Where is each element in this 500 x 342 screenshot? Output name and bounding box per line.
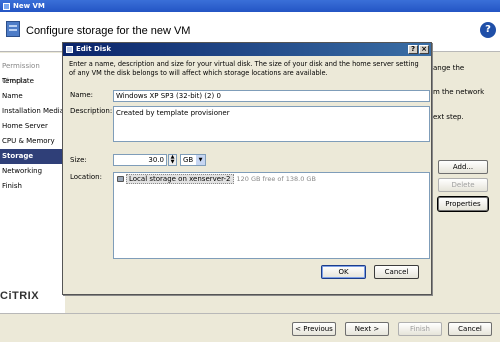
citrix-logo: CiTRIX (0, 290, 40, 302)
size-unit-select[interactable]: GB ▼ (180, 154, 206, 166)
dialog-instructions: Enter a name, description and size for y… (69, 60, 419, 77)
size-input[interactable]: 30.0 (113, 154, 167, 166)
disk-icon (66, 45, 73, 53)
window-title: New VM (13, 2, 45, 10)
wizard-titlebar: New VM (0, 0, 500, 12)
dialog-title: Edit Disk (76, 45, 112, 53)
help-icon[interactable]: ? (480, 22, 496, 38)
description-label: Description: (70, 107, 113, 115)
previous-button[interactable]: < Previous (292, 322, 336, 336)
vm-icon (6, 21, 20, 37)
storage-location-row[interactable]: Local storage on xenserver-2 120 GB free … (115, 174, 429, 185)
storage-location-free: 120 GB free of 138.0 GB (236, 175, 316, 183)
sidebar-item-home-server[interactable]: Home Server (0, 119, 65, 134)
name-field[interactable]: Windows XP SP3 (32-bit) (2) 0 (113, 90, 430, 102)
size-label: Size: (70, 156, 87, 164)
storage-location-list[interactable]: Local storage on xenserver-2 120 GB free … (113, 172, 430, 259)
edit-disk-dialog: Edit Disk ? × Enter a name, description … (62, 42, 432, 295)
storage-disk-icon (117, 176, 124, 182)
delete-disk-button[interactable]: Delete (438, 178, 488, 192)
finish-button[interactable]: Finish (398, 322, 442, 336)
wizard-cancel-button[interactable]: Cancel (448, 322, 492, 336)
next-button[interactable]: Next > (345, 322, 389, 336)
location-label: Location: (70, 173, 102, 181)
dialog-cancel-button[interactable]: Cancel (374, 265, 419, 279)
spin-down-icon[interactable]: ▼ (169, 160, 176, 165)
storage-location-name: Local storage on xenserver-2 (126, 174, 234, 184)
wizard-footer: < Previous Next > Finish Cancel (0, 313, 500, 342)
add-disk-button[interactable]: Add... (438, 160, 488, 174)
dialog-close-icon[interactable]: × (419, 45, 429, 54)
background-text-line1: ange the (433, 64, 465, 72)
properties-button[interactable]: Properties (437, 196, 489, 212)
sidebar-item-finish[interactable]: Finish (0, 179, 65, 194)
background-text-line2: m the network (433, 88, 485, 96)
sidebar-item-networking[interactable]: Networking (0, 164, 65, 179)
sidebar-item-cpu-memory[interactable]: CPU & Memory (0, 134, 65, 149)
chevron-down-icon[interactable]: ▼ (196, 155, 205, 165)
size-stepper[interactable]: ▲ ▼ (168, 154, 177, 166)
description-field[interactable]: Created by template provisioner (113, 106, 430, 142)
background-text-line3: ext step. (433, 113, 464, 121)
sidebar-item-template[interactable]: Template (0, 74, 65, 89)
sidebar-item-name[interactable]: Name (0, 89, 65, 104)
size-unit-value: GB (183, 156, 194, 164)
page-title: Configure storage for the new VM (26, 25, 191, 37)
name-label: Name: (70, 91, 94, 99)
sidebar-item-permission-checks[interactable]: Permission Checks (0, 59, 65, 85)
dialog-titlebar: Edit Disk ? × (63, 43, 431, 56)
dialog-help-button[interactable]: ? (408, 45, 418, 54)
ok-button[interactable]: OK (321, 265, 366, 279)
app-icon (3, 2, 10, 10)
sidebar-item-storage[interactable]: Storage (0, 149, 65, 164)
sidebar-item-installation-media[interactable]: Installation Media (0, 104, 65, 119)
